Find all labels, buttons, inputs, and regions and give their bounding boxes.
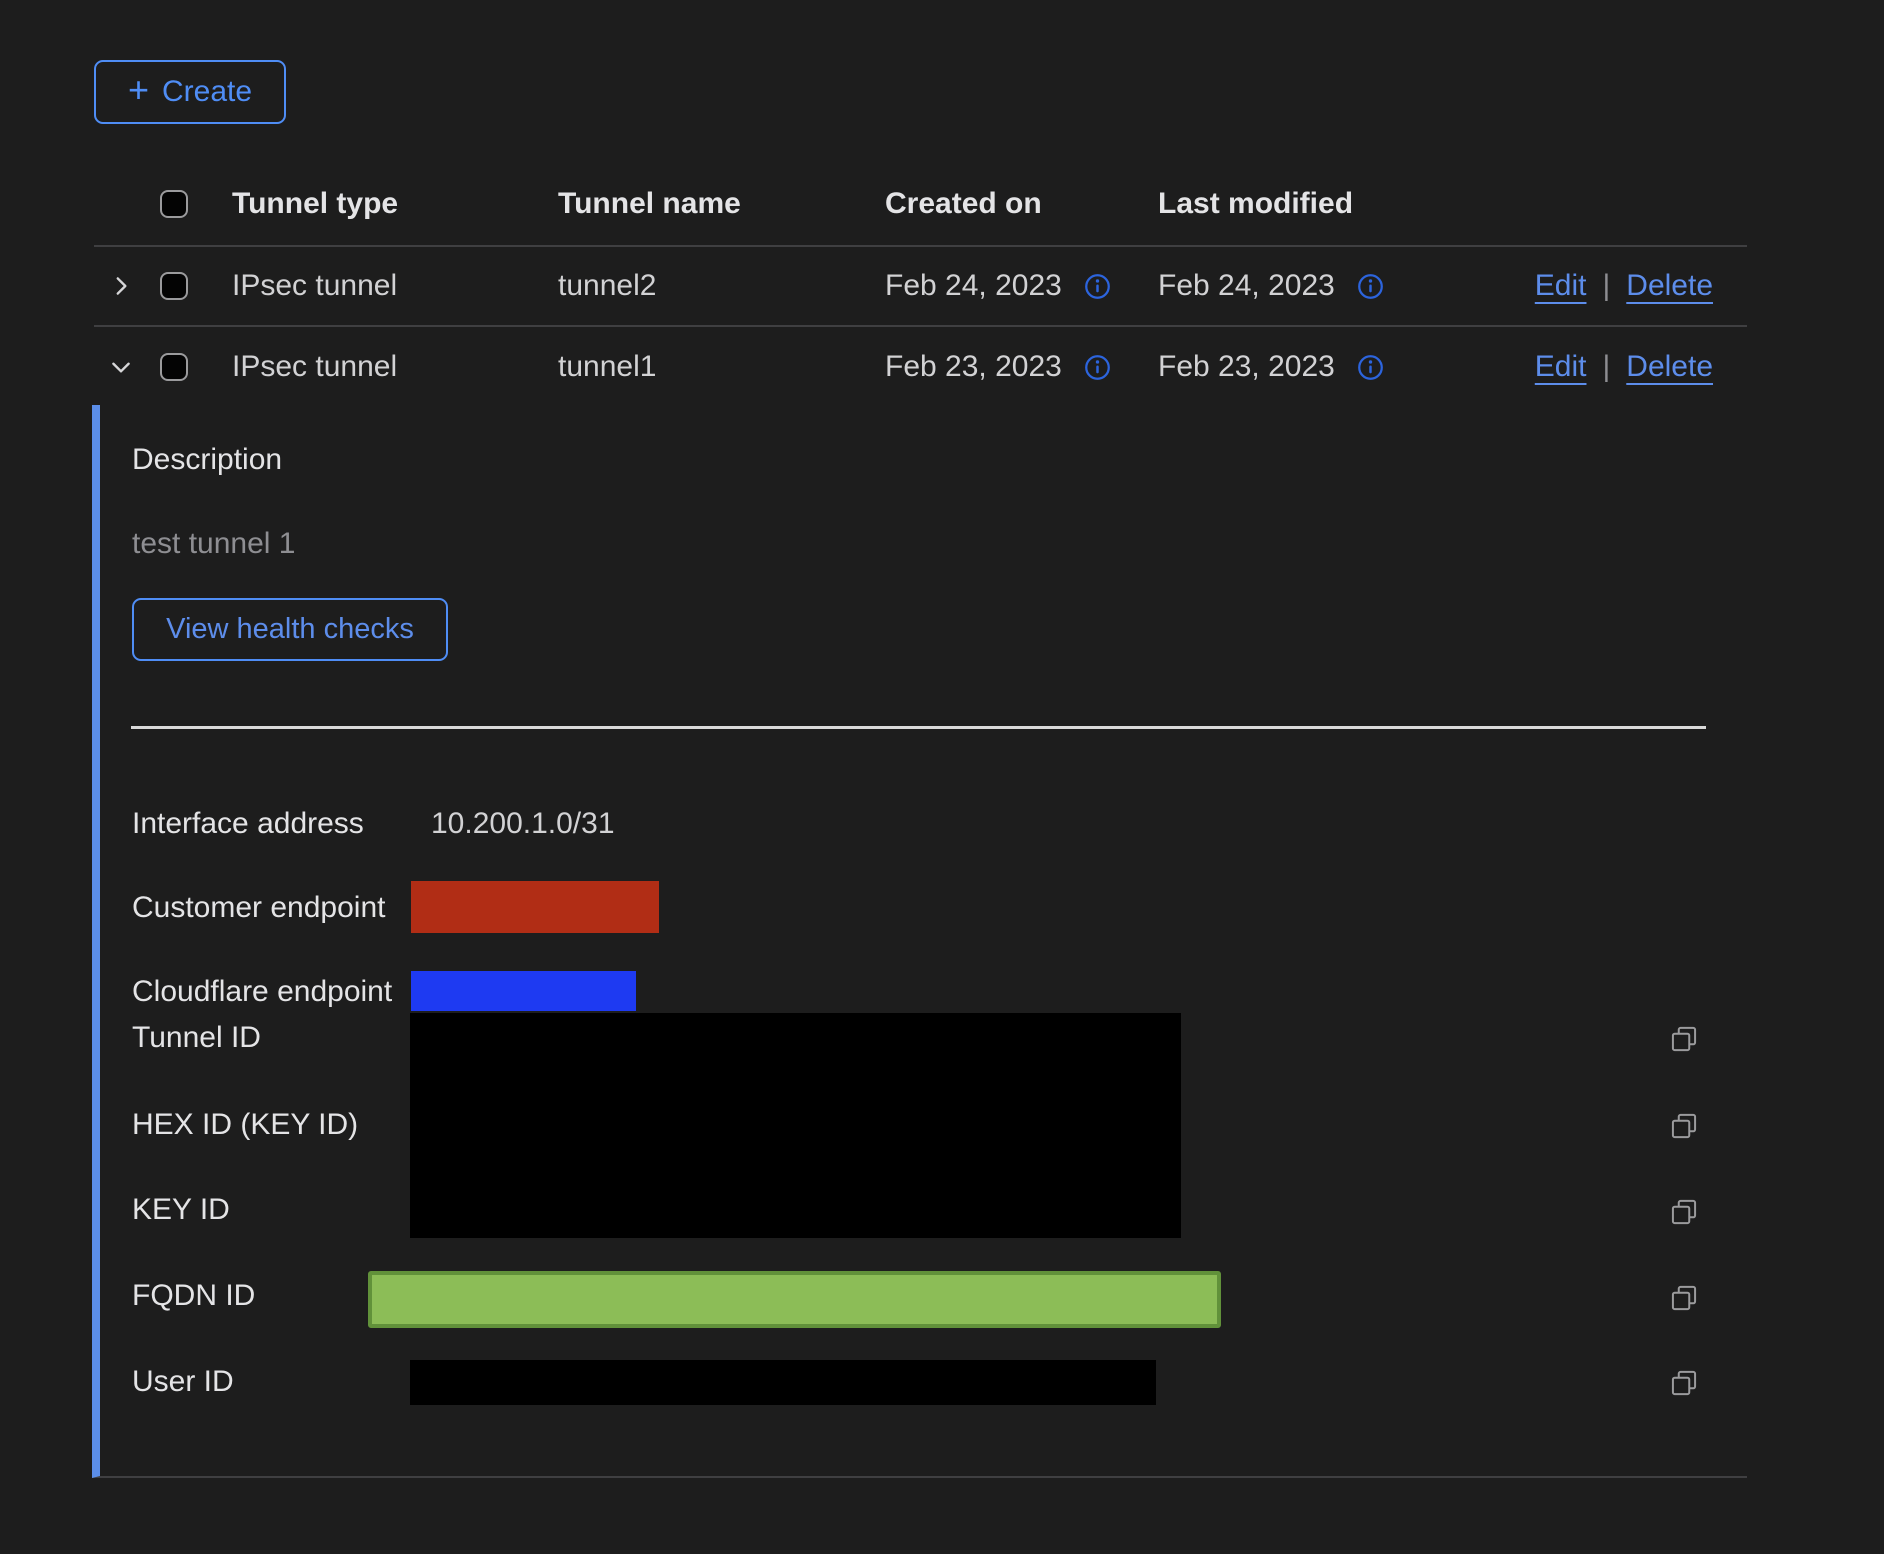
customer-endpoint-redaction: [411, 881, 659, 933]
info-icon[interactable]: [1357, 273, 1384, 300]
tunnel-id-label: Tunnel ID: [132, 1021, 261, 1055]
cell-last-modified: Feb 24, 2023: [1158, 269, 1335, 303]
actions-separator: |: [1602, 350, 1610, 384]
ids-redaction-block: [410, 1013, 1181, 1238]
table-row: IPsec tunnel tunnel1 Feb 23, 2023 Feb 23…: [94, 327, 1747, 407]
description-label: Description: [132, 443, 282, 477]
interface-address-label: Interface address: [132, 807, 364, 841]
edit-link[interactable]: Edit: [1535, 269, 1587, 303]
copy-icon: [1670, 1112, 1698, 1140]
tunnel-details-panel: Description test tunnel 1 View health ch…: [92, 405, 1747, 1478]
copy-user-id-button[interactable]: [1670, 1369, 1698, 1397]
table-header-row: Tunnel type Tunnel name Created on Last …: [94, 163, 1747, 247]
chevron-down-icon: [108, 354, 134, 380]
plus-icon: +: [128, 72, 149, 108]
user-id-redaction: [410, 1360, 1156, 1405]
fqdn-id-redaction: [368, 1271, 1221, 1328]
copy-icon: [1670, 1198, 1698, 1226]
hex-id-label: HEX ID (KEY ID): [132, 1108, 358, 1142]
cloudflare-endpoint-label: Cloudflare endpoint: [132, 975, 392, 1009]
chevron-right-icon: [108, 273, 134, 299]
row-checkbox[interactable]: [160, 353, 188, 381]
info-icon[interactable]: [1357, 354, 1384, 381]
info-icon[interactable]: [1084, 354, 1111, 381]
tunnels-table: Tunnel type Tunnel name Created on Last …: [94, 163, 1747, 407]
section-divider: [131, 726, 1706, 729]
select-all-checkbox[interactable]: [160, 190, 188, 218]
delete-link[interactable]: Delete: [1626, 269, 1713, 303]
column-header-last-modified: Last modified: [1158, 187, 1490, 221]
cell-tunnel-name: tunnel1: [558, 350, 885, 384]
copy-icon: [1670, 1025, 1698, 1053]
key-id-label: KEY ID: [132, 1193, 230, 1227]
copy-icon: [1670, 1369, 1698, 1397]
user-id-label: User ID: [132, 1365, 234, 1399]
table-row: IPsec tunnel tunnel2 Feb 24, 2023 Feb 24…: [94, 247, 1747, 327]
edit-link[interactable]: Edit: [1535, 350, 1587, 384]
copy-key-id-button[interactable]: [1670, 1198, 1698, 1226]
interface-address-value: 10.200.1.0/31: [431, 807, 615, 841]
info-icon[interactable]: [1084, 273, 1111, 300]
create-button-label: Create: [162, 75, 252, 109]
cloudflare-endpoint-redaction: [411, 971, 636, 1011]
delete-link[interactable]: Delete: [1626, 350, 1713, 384]
cell-created-on: Feb 23, 2023: [885, 350, 1062, 384]
cell-tunnel-type: IPsec tunnel: [232, 269, 558, 303]
cell-created-on: Feb 24, 2023: [885, 269, 1062, 303]
customer-endpoint-label: Customer endpoint: [132, 891, 385, 925]
column-header-created-on: Created on: [885, 187, 1158, 221]
create-button[interactable]: + Create: [94, 60, 286, 124]
column-header-tunnel-type: Tunnel type: [232, 187, 558, 221]
copy-fqdn-id-button[interactable]: [1670, 1284, 1698, 1312]
cell-tunnel-name: tunnel2: [558, 269, 885, 303]
copy-tunnel-id-button[interactable]: [1670, 1025, 1698, 1053]
collapse-row-button[interactable]: [106, 352, 136, 382]
view-health-checks-button[interactable]: View health checks: [132, 598, 448, 661]
expand-row-button[interactable]: [106, 271, 136, 301]
row-checkbox[interactable]: [160, 272, 188, 300]
column-header-tunnel-name: Tunnel name: [558, 187, 885, 221]
tunnels-page: + Create Tunnel type Tunnel name Created…: [0, 0, 1884, 1554]
copy-icon: [1670, 1284, 1698, 1312]
actions-separator: |: [1602, 269, 1610, 303]
fqdn-id-label: FQDN ID: [132, 1279, 255, 1313]
cell-last-modified: Feb 23, 2023: [1158, 350, 1335, 384]
cell-tunnel-type: IPsec tunnel: [232, 350, 558, 384]
description-value: test tunnel 1: [132, 527, 295, 561]
copy-hex-id-button[interactable]: [1670, 1112, 1698, 1140]
